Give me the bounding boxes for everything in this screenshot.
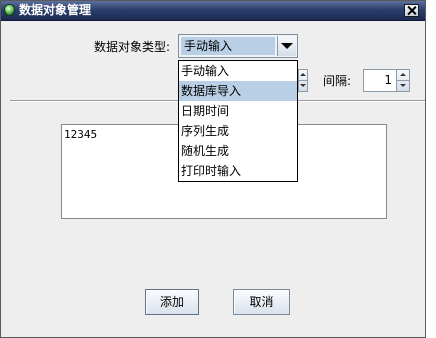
interval-up-button[interactable] [397,70,409,81]
hidden-spinner-arrows[interactable] [298,69,308,92]
spinner-up-icon [400,73,406,76]
dropdown-arrow-button[interactable] [277,36,296,56]
dropdown-option[interactable]: 手动输入 [179,61,297,81]
interval-down-button[interactable] [397,81,409,91]
cancel-button[interactable]: 取消 [233,289,290,315]
data-type-selected-value: 手动输入 [181,37,275,55]
spinner-down-icon [400,84,406,87]
spinner-down-button[interactable] [299,81,307,91]
dropdown-option[interactable]: 日期时间 [179,101,297,121]
dropdown-option[interactable]: 序列生成 [179,121,297,141]
interval-label: 间隔: [323,74,352,88]
interval-spinner-arrows [396,70,409,91]
dropdown-option[interactable]: 打印时输入 [179,161,297,181]
app-droplet-icon [4,4,15,16]
close-icon [407,6,416,15]
chevron-down-icon [281,43,293,49]
spinner-up-button[interactable] [299,70,307,81]
window-title: 数据对象管理 [19,3,92,17]
data-type-dropdown-list: 手动输入 数据库导入 日期时间 序列生成 随机生成 打印时输入 [178,60,298,182]
spinner-down-icon [300,84,306,87]
dropdown-option[interactable]: 随机生成 [179,141,297,161]
interval-value[interactable]: 1 [364,70,395,91]
close-button[interactable] [404,4,419,17]
spinner-up-icon [300,73,306,76]
title-bar[interactable]: 数据对象管理 [1,1,425,21]
data-type-select[interactable]: 手动输入 [178,34,298,58]
dropdown-option[interactable]: 数据库导入 [179,81,297,101]
add-button[interactable]: 添加 [145,289,199,315]
interval-spinner[interactable]: 1 [363,69,410,92]
data-type-label: 数据对象类型: [93,40,170,54]
dialog-window: 数据对象管理 数据对象类型: 手动输入 手动输入 数据库导入 日期时间 序列生成… [0,0,426,338]
